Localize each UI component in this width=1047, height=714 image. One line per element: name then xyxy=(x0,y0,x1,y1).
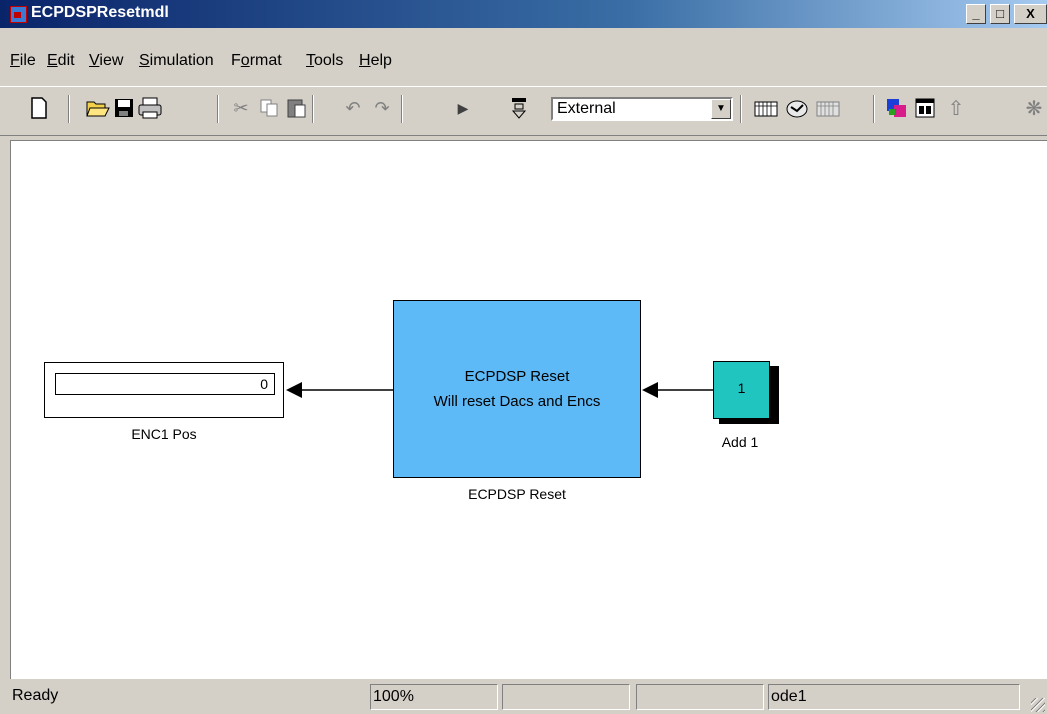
subsystem-block[interactable]: ECPDSP Reset Will reset Dacs and Encs xyxy=(393,300,641,478)
constant-block[interactable]: 1 xyxy=(713,361,770,419)
display-value: 0 xyxy=(260,376,268,392)
status-field-3 xyxy=(502,684,630,710)
status-state: Ready xyxy=(12,687,59,704)
status-bar: Ready 100% ode1 xyxy=(0,681,1047,714)
display-block[interactable]: 0 xyxy=(44,362,284,418)
status-solver: ode1 xyxy=(768,684,1020,710)
subsystem-text-line2: Will reset Dacs and Encs xyxy=(433,393,601,410)
subsystem-block-label[interactable]: ECPDSP Reset xyxy=(393,486,641,502)
status-zoom: 100% xyxy=(370,684,498,710)
display-readout: 0 xyxy=(55,373,275,395)
subsystem-text-line1: ECPDSP Reset xyxy=(464,368,570,385)
display-block-label[interactable]: ENC1 Pos xyxy=(44,426,284,442)
resize-grip-icon[interactable] xyxy=(1031,698,1045,712)
arrow-head-icon xyxy=(286,382,302,398)
constant-block-label[interactable]: Add 1 xyxy=(700,434,780,450)
constant-value: 1 xyxy=(737,380,746,396)
status-field-4 xyxy=(636,684,764,710)
arrow-head-icon xyxy=(642,382,658,398)
